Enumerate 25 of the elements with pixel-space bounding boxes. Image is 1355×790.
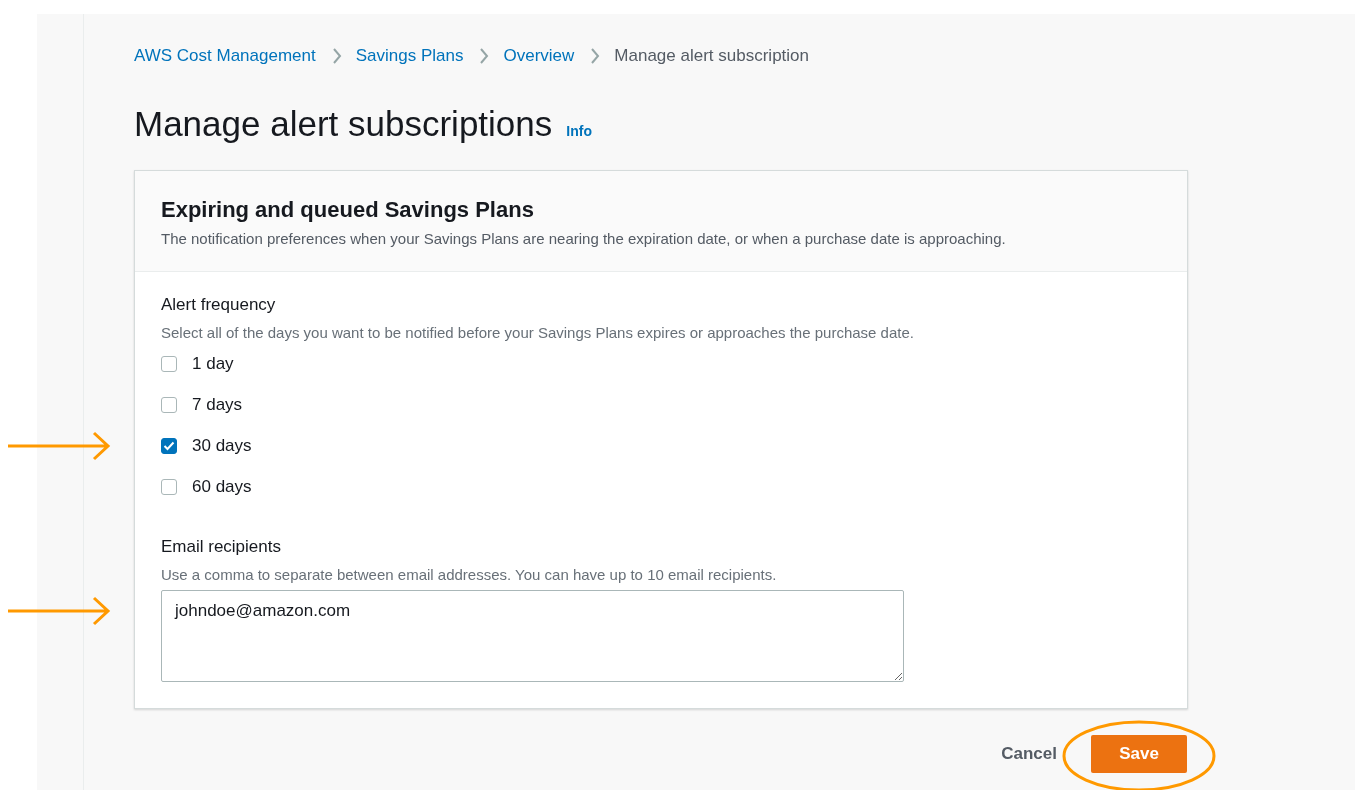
checkbox-label[interactable]: 60 days <box>192 476 252 497</box>
page-title: Manage alert subscriptions <box>134 104 553 144</box>
checkbox[interactable] <box>161 396 177 413</box>
card-description: The notification preferences when your Savings Plans are nearing the expiration date, or when a purchase date is approaching. <box>161 230 1007 247</box>
email-field[interactable]: johndoe@amazon.com <box>161 590 904 682</box>
field-label: Email recipients <box>161 537 282 557</box>
checkbox[interactable] <box>161 478 177 495</box>
breadcrumb-link[interactable]: Overview <box>503 46 575 66</box>
breadcrumb-link[interactable]: Savings Plans <box>355 46 464 66</box>
info-link[interactable]: Info <box>566 123 592 139</box>
chevron-icon <box>331 47 342 65</box>
chevron-icon <box>590 47 601 65</box>
checkbox-label[interactable]: 30 days <box>192 435 252 456</box>
checkbox-label[interactable]: 1 day <box>192 353 234 374</box>
checkbox-label[interactable]: 7 days <box>192 394 243 415</box>
breadcrumb-current: Manage alert subscription <box>614 46 809 66</box>
breadcrumb-link[interactable]: AWS Cost Management <box>134 46 316 66</box>
field-description: Select all of the days you want to be notified before your Savings Plans expires or approaches the purchase date. <box>161 324 915 341</box>
field-description: Use a comma to separate between email addresses. You can have up to 10 email recipients. <box>161 566 778 583</box>
field-label: Alert frequency <box>161 295 277 315</box>
checkbox[interactable] <box>161 355 177 372</box>
cancel-button[interactable]: Cancel <box>989 736 1069 772</box>
checkbox[interactable] <box>161 437 177 454</box>
chevron-icon <box>479 47 490 65</box>
card-title: Expiring and queued Savings Plans <box>161 197 535 223</box>
